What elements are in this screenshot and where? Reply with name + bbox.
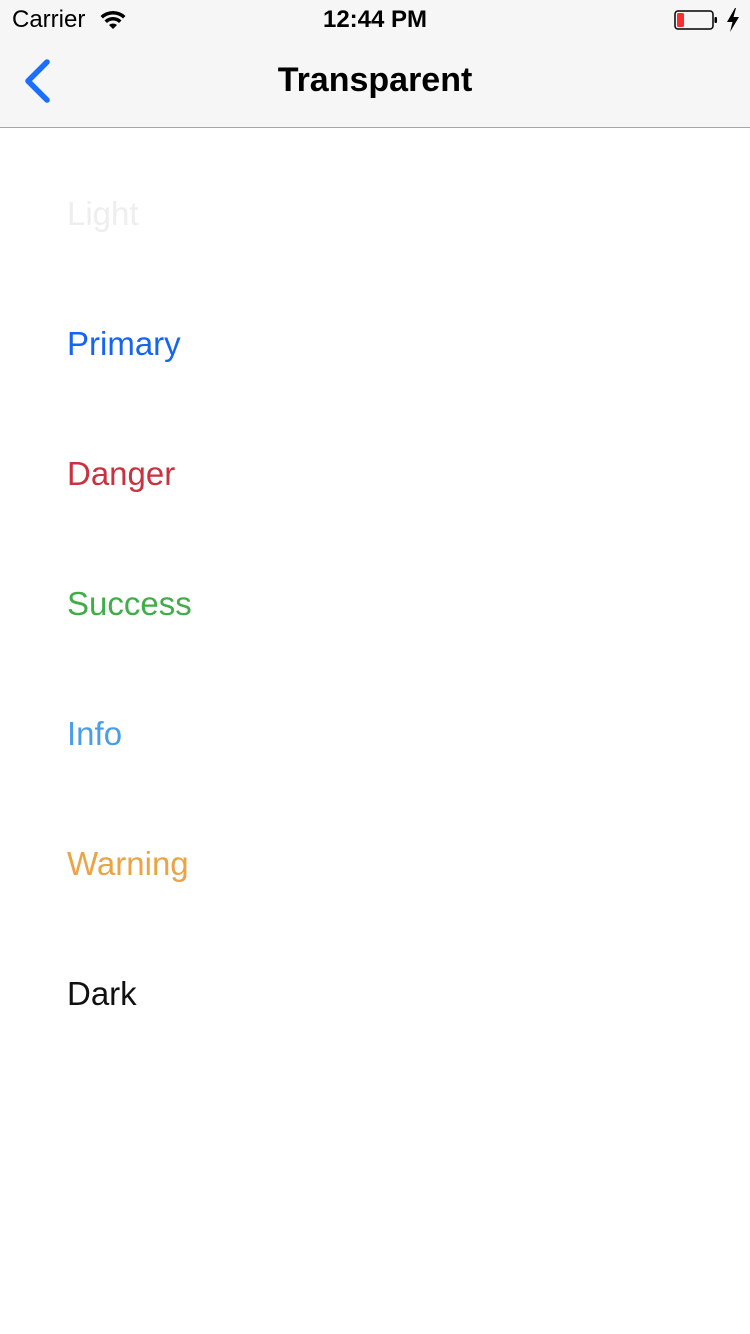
- charging-bolt-icon: [727, 8, 739, 32]
- navigation-bar: Transparent: [0, 40, 750, 128]
- warning-button[interactable]: Warning: [67, 842, 189, 902]
- battery-icon: [674, 10, 717, 30]
- info-button[interactable]: Info: [67, 712, 122, 772]
- dark-button[interactable]: Dark: [67, 972, 137, 1032]
- primary-button[interactable]: Primary: [67, 322, 181, 382]
- danger-button[interactable]: Danger: [67, 452, 175, 512]
- page-title: Transparent: [277, 61, 473, 99]
- light-button[interactable]: Light: [67, 192, 139, 252]
- status-bar: Carrier 12:44 PM: [0, 0, 750, 40]
- status-time: 12:44 PM: [322, 6, 428, 33]
- success-button[interactable]: Success: [67, 582, 192, 642]
